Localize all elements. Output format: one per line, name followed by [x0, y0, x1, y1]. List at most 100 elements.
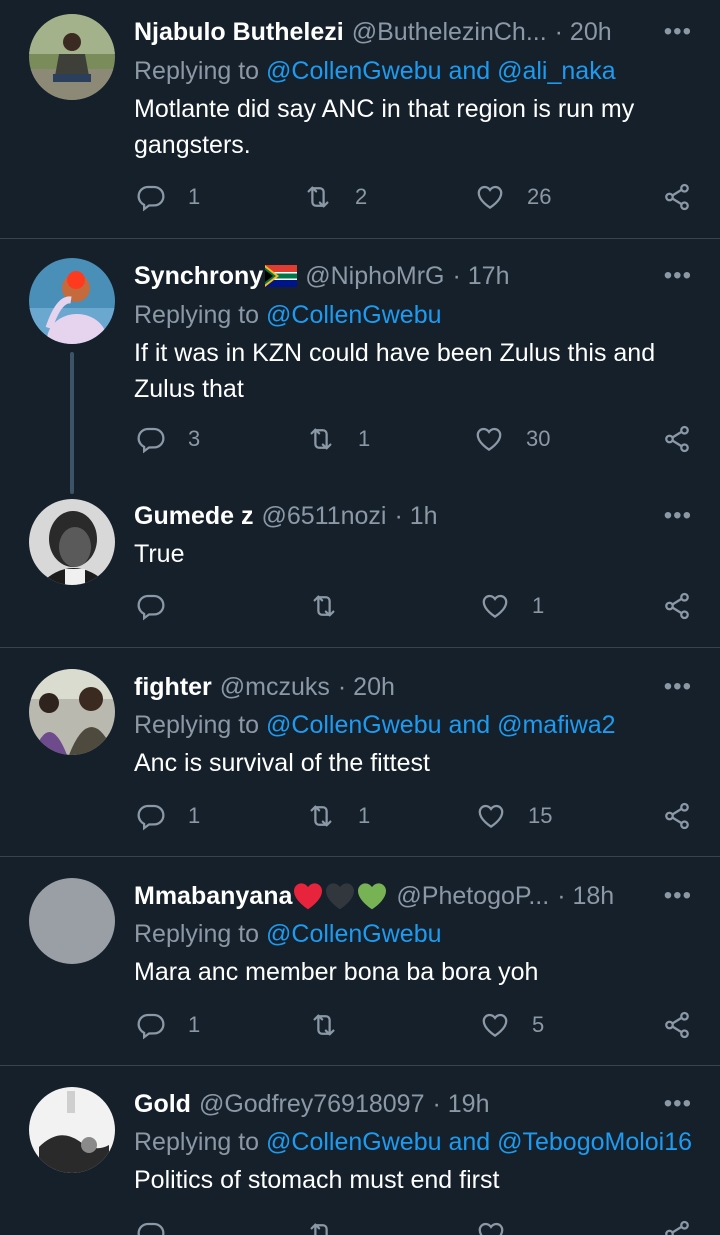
display-name[interactable]: Mmabanyana	[134, 878, 292, 914]
heart-icon	[474, 424, 504, 454]
reply-button[interactable]	[136, 1219, 166, 1235]
handle[interactable]: @PhetogoP...	[396, 878, 549, 914]
handle[interactable]: @Godfrey76918097	[199, 1086, 425, 1122]
mention-link[interactable]: @CollenGwebu and @ali_naka	[266, 57, 616, 85]
avatar[interactable]	[29, 499, 115, 585]
replying-to: Replying to @CollenGwebu	[134, 920, 442, 948]
heart-icon	[480, 591, 510, 621]
more-options-icon[interactable]: •••	[664, 880, 692, 912]
south-africa-flag-icon	[265, 265, 298, 287]
tweet-actions: 1 2 26	[0, 182, 720, 222]
display-name[interactable]: Synchrony	[134, 258, 263, 294]
handle[interactable]: @6511nozi	[261, 498, 386, 534]
retweet-button[interactable]	[309, 591, 361, 621]
timestamp[interactable]: · 20h	[555, 14, 612, 50]
avatar[interactable]	[29, 258, 115, 344]
reply-count: 1	[188, 803, 201, 828]
share-button[interactable]	[662, 1219, 692, 1235]
share-button[interactable]	[662, 182, 692, 212]
heart-icon	[476, 1219, 506, 1235]
like-button[interactable]: 15	[476, 801, 552, 831]
handle[interactable]: @NiphoMrG	[305, 258, 444, 294]
avatar[interactable]	[29, 669, 115, 755]
like-count: 1	[532, 593, 545, 618]
mention-link[interactable]: @CollenGwebu	[266, 301, 441, 329]
display-name[interactable]: Gumede z	[134, 498, 253, 534]
retweet-button[interactable]: 1	[306, 801, 370, 831]
retweet-icon	[306, 1219, 336, 1235]
avatar[interactable]	[29, 1087, 115, 1173]
tweet-text: True	[134, 540, 185, 568]
like-button[interactable]: 1	[480, 591, 544, 621]
reply-button[interactable]: 1	[136, 182, 200, 212]
avatar[interactable]	[29, 14, 115, 100]
reply-icon	[136, 182, 166, 212]
heart-icon	[480, 1010, 510, 1040]
like-button[interactable]: 26	[475, 182, 551, 212]
reply-button[interactable]: 1	[136, 1010, 200, 1040]
reply-count: 3	[188, 426, 201, 451]
more-options-icon[interactable]: •••	[664, 16, 692, 48]
tweet-actions: 3 1 30	[0, 424, 720, 464]
reply-button[interactable]: 3	[136, 424, 200, 454]
share-button[interactable]	[662, 424, 692, 454]
retweet-button[interactable]: 1	[306, 424, 370, 454]
reply-icon	[136, 1219, 166, 1235]
share-button[interactable]	[662, 1010, 692, 1040]
share-icon	[662, 1219, 692, 1235]
like-button[interactable]: 5	[480, 1010, 544, 1040]
tweet[interactable]: Synchrony @NiphoMrG · 17h ••• Replying t…	[0, 239, 720, 494]
red-heart-icon	[294, 883, 323, 910]
tweet[interactable]: Mmabanyana @PhetogoP... · 18h ••• Replyi…	[0, 857, 720, 1065]
mention-link[interactable]: @CollenGwebu and @TebogoMoloi16	[266, 1128, 692, 1156]
tweet-text: Politics of stomach must end first	[134, 1166, 500, 1194]
tweet[interactable]: Gold @Godfrey76918097 · 19h ••• Replying…	[0, 1066, 720, 1235]
reply-icon	[136, 1010, 166, 1040]
like-button[interactable]	[476, 1219, 506, 1235]
tweet-actions: 1 1 15	[0, 801, 720, 841]
retweet-button[interactable]	[309, 1010, 361, 1040]
tweet[interactable]: Njabulo Buthelezi @ButhelezinCh... · 20h…	[0, 0, 720, 238]
retweet-icon	[306, 424, 336, 454]
retweet-icon	[309, 591, 339, 621]
timestamp[interactable]: · 1h	[394, 498, 437, 534]
mention-link[interactable]: @CollenGwebu	[266, 920, 441, 948]
timestamp[interactable]: · 18h	[557, 878, 614, 914]
more-options-icon[interactable]: •••	[664, 260, 692, 292]
share-button[interactable]	[662, 801, 692, 831]
retweet-button[interactable]	[306, 1219, 336, 1235]
tweet[interactable]: Gumede z @6511nozi · 1h ••• True 1	[0, 479, 720, 647]
retweet-count: 1	[358, 426, 371, 451]
timestamp[interactable]: · 19h	[432, 1086, 489, 1122]
retweet-button[interactable]: 2	[303, 182, 367, 212]
replying-to: Replying to @CollenGwebu and @ali_naka	[134, 57, 616, 85]
tweet-text: Mara anc member bona ba bora yoh	[134, 958, 539, 986]
display-name[interactable]: fighter	[134, 669, 212, 705]
display-name[interactable]: Gold	[134, 1086, 191, 1122]
handle[interactable]: @ButhelezinCh...	[352, 14, 547, 50]
timestamp[interactable]: · 17h	[453, 258, 510, 294]
timestamp[interactable]: · 20h	[338, 669, 395, 705]
display-name[interactable]: Njabulo Buthelezi	[134, 14, 344, 50]
like-button[interactable]: 30	[474, 424, 550, 454]
reply-icon	[136, 424, 166, 454]
more-options-icon[interactable]: •••	[664, 671, 692, 703]
like-count: 15	[528, 803, 553, 828]
like-count: 26	[527, 184, 552, 209]
more-options-icon[interactable]: •••	[664, 1088, 692, 1120]
retweet-count: 1	[358, 803, 371, 828]
tweet-text: Motlante did say ANC in that region is r…	[134, 95, 635, 159]
reply-count: 1	[188, 1012, 201, 1037]
mention-link[interactable]: @CollenGwebu and @mafiwa2	[266, 711, 616, 739]
more-options-icon[interactable]: •••	[664, 500, 692, 532]
black-heart-icon	[326, 883, 355, 910]
reply-button[interactable]	[136, 591, 188, 621]
share-button[interactable]	[662, 591, 692, 621]
heart-icon	[475, 182, 505, 212]
handle[interactable]: @mczuks	[220, 669, 330, 705]
tweet[interactable]: fighter @mczuks · 20h ••• Replying to @C…	[0, 648, 720, 856]
retweet-count: 2	[355, 184, 368, 209]
tweet-actions: 1	[0, 591, 720, 631]
avatar[interactable]	[29, 878, 115, 964]
reply-button[interactable]: 1	[136, 801, 200, 831]
